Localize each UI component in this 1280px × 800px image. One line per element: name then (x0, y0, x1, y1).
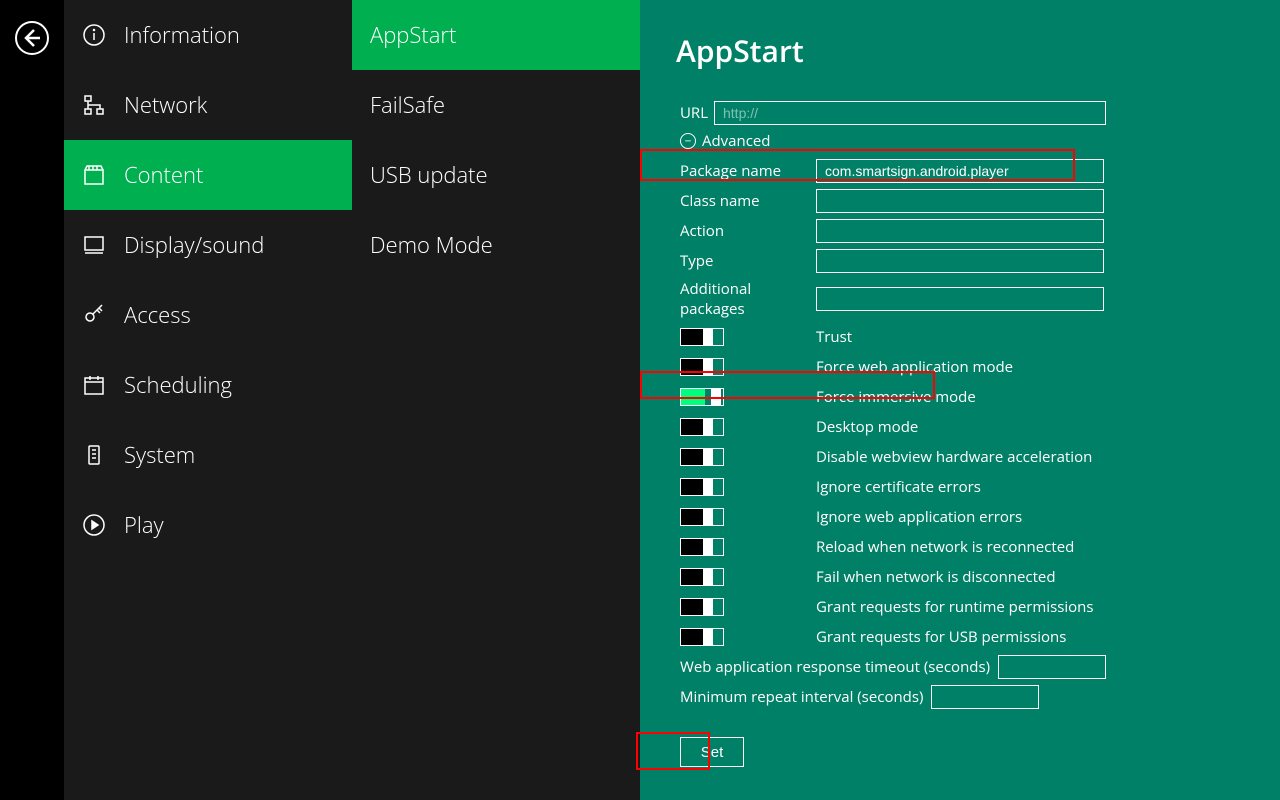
toggle-switch[interactable] (680, 538, 724, 556)
toggle-label: Force web application mode (816, 357, 1013, 377)
min-repeat-input[interactable] (931, 685, 1039, 709)
toggle-switch[interactable] (680, 568, 724, 586)
sidebar-item-label: Network (124, 90, 207, 120)
sidebar-item-label: Scheduling (124, 370, 232, 400)
package-name-input[interactable] (816, 159, 1104, 183)
toggle-label: Trust (816, 327, 852, 347)
toggle-label: Fail when network is disconnected (816, 567, 1056, 587)
submenu-item-demo-mode[interactable]: Demo Mode (352, 210, 640, 280)
sidebar-item-play[interactable]: Play (64, 490, 352, 560)
toggle-switch[interactable] (680, 328, 724, 346)
toggle-label: Desktop mode (816, 417, 918, 437)
information-icon (82, 23, 106, 47)
sidebar-item-label: System (124, 440, 195, 470)
submenu-item-label: FailSafe (370, 90, 445, 120)
toggle-row: Fail when network is disconnected (680, 565, 1280, 589)
url-label: URL (680, 103, 714, 123)
toggle-switch[interactable] (680, 478, 724, 496)
sidebar-item-label: Play (124, 510, 164, 540)
submenu-item-label: AppStart (370, 20, 456, 50)
action-input[interactable] (816, 219, 1104, 243)
play-icon (82, 513, 106, 537)
action-label: Action (680, 221, 816, 241)
sidebar-item-label: Access (124, 300, 191, 330)
toggle-switch[interactable] (680, 628, 724, 646)
submenu-item-usb-update[interactable]: USB update (352, 140, 640, 210)
toggle-label: Grant requests for USB permissions (816, 627, 1066, 647)
advanced-label: Advanced (702, 131, 770, 151)
sidebar-item-label: Information (124, 20, 240, 50)
toggle-switch[interactable] (680, 448, 724, 466)
main-panel: AppStart URL − Advanced Package name Cla… (640, 0, 1280, 800)
collapse-icon: − (680, 133, 696, 149)
submenu-item-appstart[interactable]: AppStart (352, 0, 640, 70)
toggle-label: Force immersive mode (816, 387, 976, 407)
page-title: AppStart (676, 30, 1280, 71)
sidebar-item-system[interactable]: System (64, 420, 352, 490)
calendar-icon (82, 373, 106, 397)
class-name-input[interactable] (816, 189, 1104, 213)
key-icon (82, 303, 106, 327)
network-icon (82, 93, 106, 117)
back-arrow-icon (14, 20, 50, 56)
system-icon (82, 443, 106, 467)
sidebar-item-access[interactable]: Access (64, 280, 352, 350)
submenu-item-label: USB update (370, 160, 488, 190)
class-name-label: Class name (680, 191, 816, 211)
sidebar-item-network[interactable]: Network (64, 70, 352, 140)
submenu-item-failsafe[interactable]: FailSafe (352, 70, 640, 140)
toggle-row: Force web application mode (680, 355, 1280, 379)
sidebar-item-display-sound[interactable]: Display/sound (64, 210, 352, 280)
back-button[interactable] (14, 20, 50, 61)
toggle-label: Grant requests for runtime permissions (816, 597, 1094, 617)
toggle-row: Grant requests for USB permissions (680, 625, 1280, 649)
toggle-row: Trust (680, 325, 1280, 349)
toggle-switch[interactable] (680, 388, 724, 406)
min-repeat-label: Minimum repeat interval (seconds) (680, 687, 923, 707)
toggle-row: Desktop mode (680, 415, 1280, 439)
toggle-row: Reload when network is reconnected (680, 535, 1280, 559)
content-icon (82, 163, 106, 187)
sidebar-item-label: Display/sound (124, 230, 264, 260)
toggle-label: Ignore certificate errors (816, 477, 981, 497)
url-input[interactable] (714, 101, 1106, 125)
submenu: AppStart FailSafe USB update Demo Mode (352, 0, 640, 800)
type-label: Type (680, 251, 816, 271)
toggle-switch[interactable] (680, 358, 724, 376)
toggle-switch[interactable] (680, 418, 724, 436)
sidebar: Information Network Content Display/soun… (64, 0, 352, 800)
toggle-label: Ignore web application errors (816, 507, 1022, 527)
sidebar-item-information[interactable]: Information (64, 0, 352, 70)
advanced-toggle[interactable]: − Advanced (680, 131, 1280, 151)
toggle-label: Disable webview hardware acceleration (816, 447, 1092, 467)
web-timeout-input[interactable] (998, 655, 1106, 679)
sidebar-item-content[interactable]: Content (64, 140, 352, 210)
additional-packages-input[interactable] (816, 287, 1104, 311)
toggle-row: Disable webview hardware acceleration (680, 445, 1280, 469)
toggle-row: Ignore web application errors (680, 505, 1280, 529)
display-icon (82, 233, 106, 257)
toggle-row: Ignore certificate errors (680, 475, 1280, 499)
package-name-label: Package name (680, 161, 816, 181)
toggle-row: Grant requests for runtime permissions (680, 595, 1280, 619)
toggle-switch[interactable] (680, 508, 724, 526)
sidebar-item-scheduling[interactable]: Scheduling (64, 350, 352, 420)
sidebar-item-label: Content (124, 160, 203, 190)
submenu-item-label: Demo Mode (370, 230, 493, 260)
toggle-row: Force immersive mode (680, 385, 1280, 409)
type-input[interactable] (816, 249, 1104, 273)
set-button[interactable]: Set (680, 737, 744, 767)
toggle-switch[interactable] (680, 598, 724, 616)
toggle-label: Reload when network is reconnected (816, 537, 1074, 557)
web-timeout-label: Web application response timeout (second… (680, 657, 990, 677)
additional-packages-label: Additional packages (680, 279, 816, 319)
